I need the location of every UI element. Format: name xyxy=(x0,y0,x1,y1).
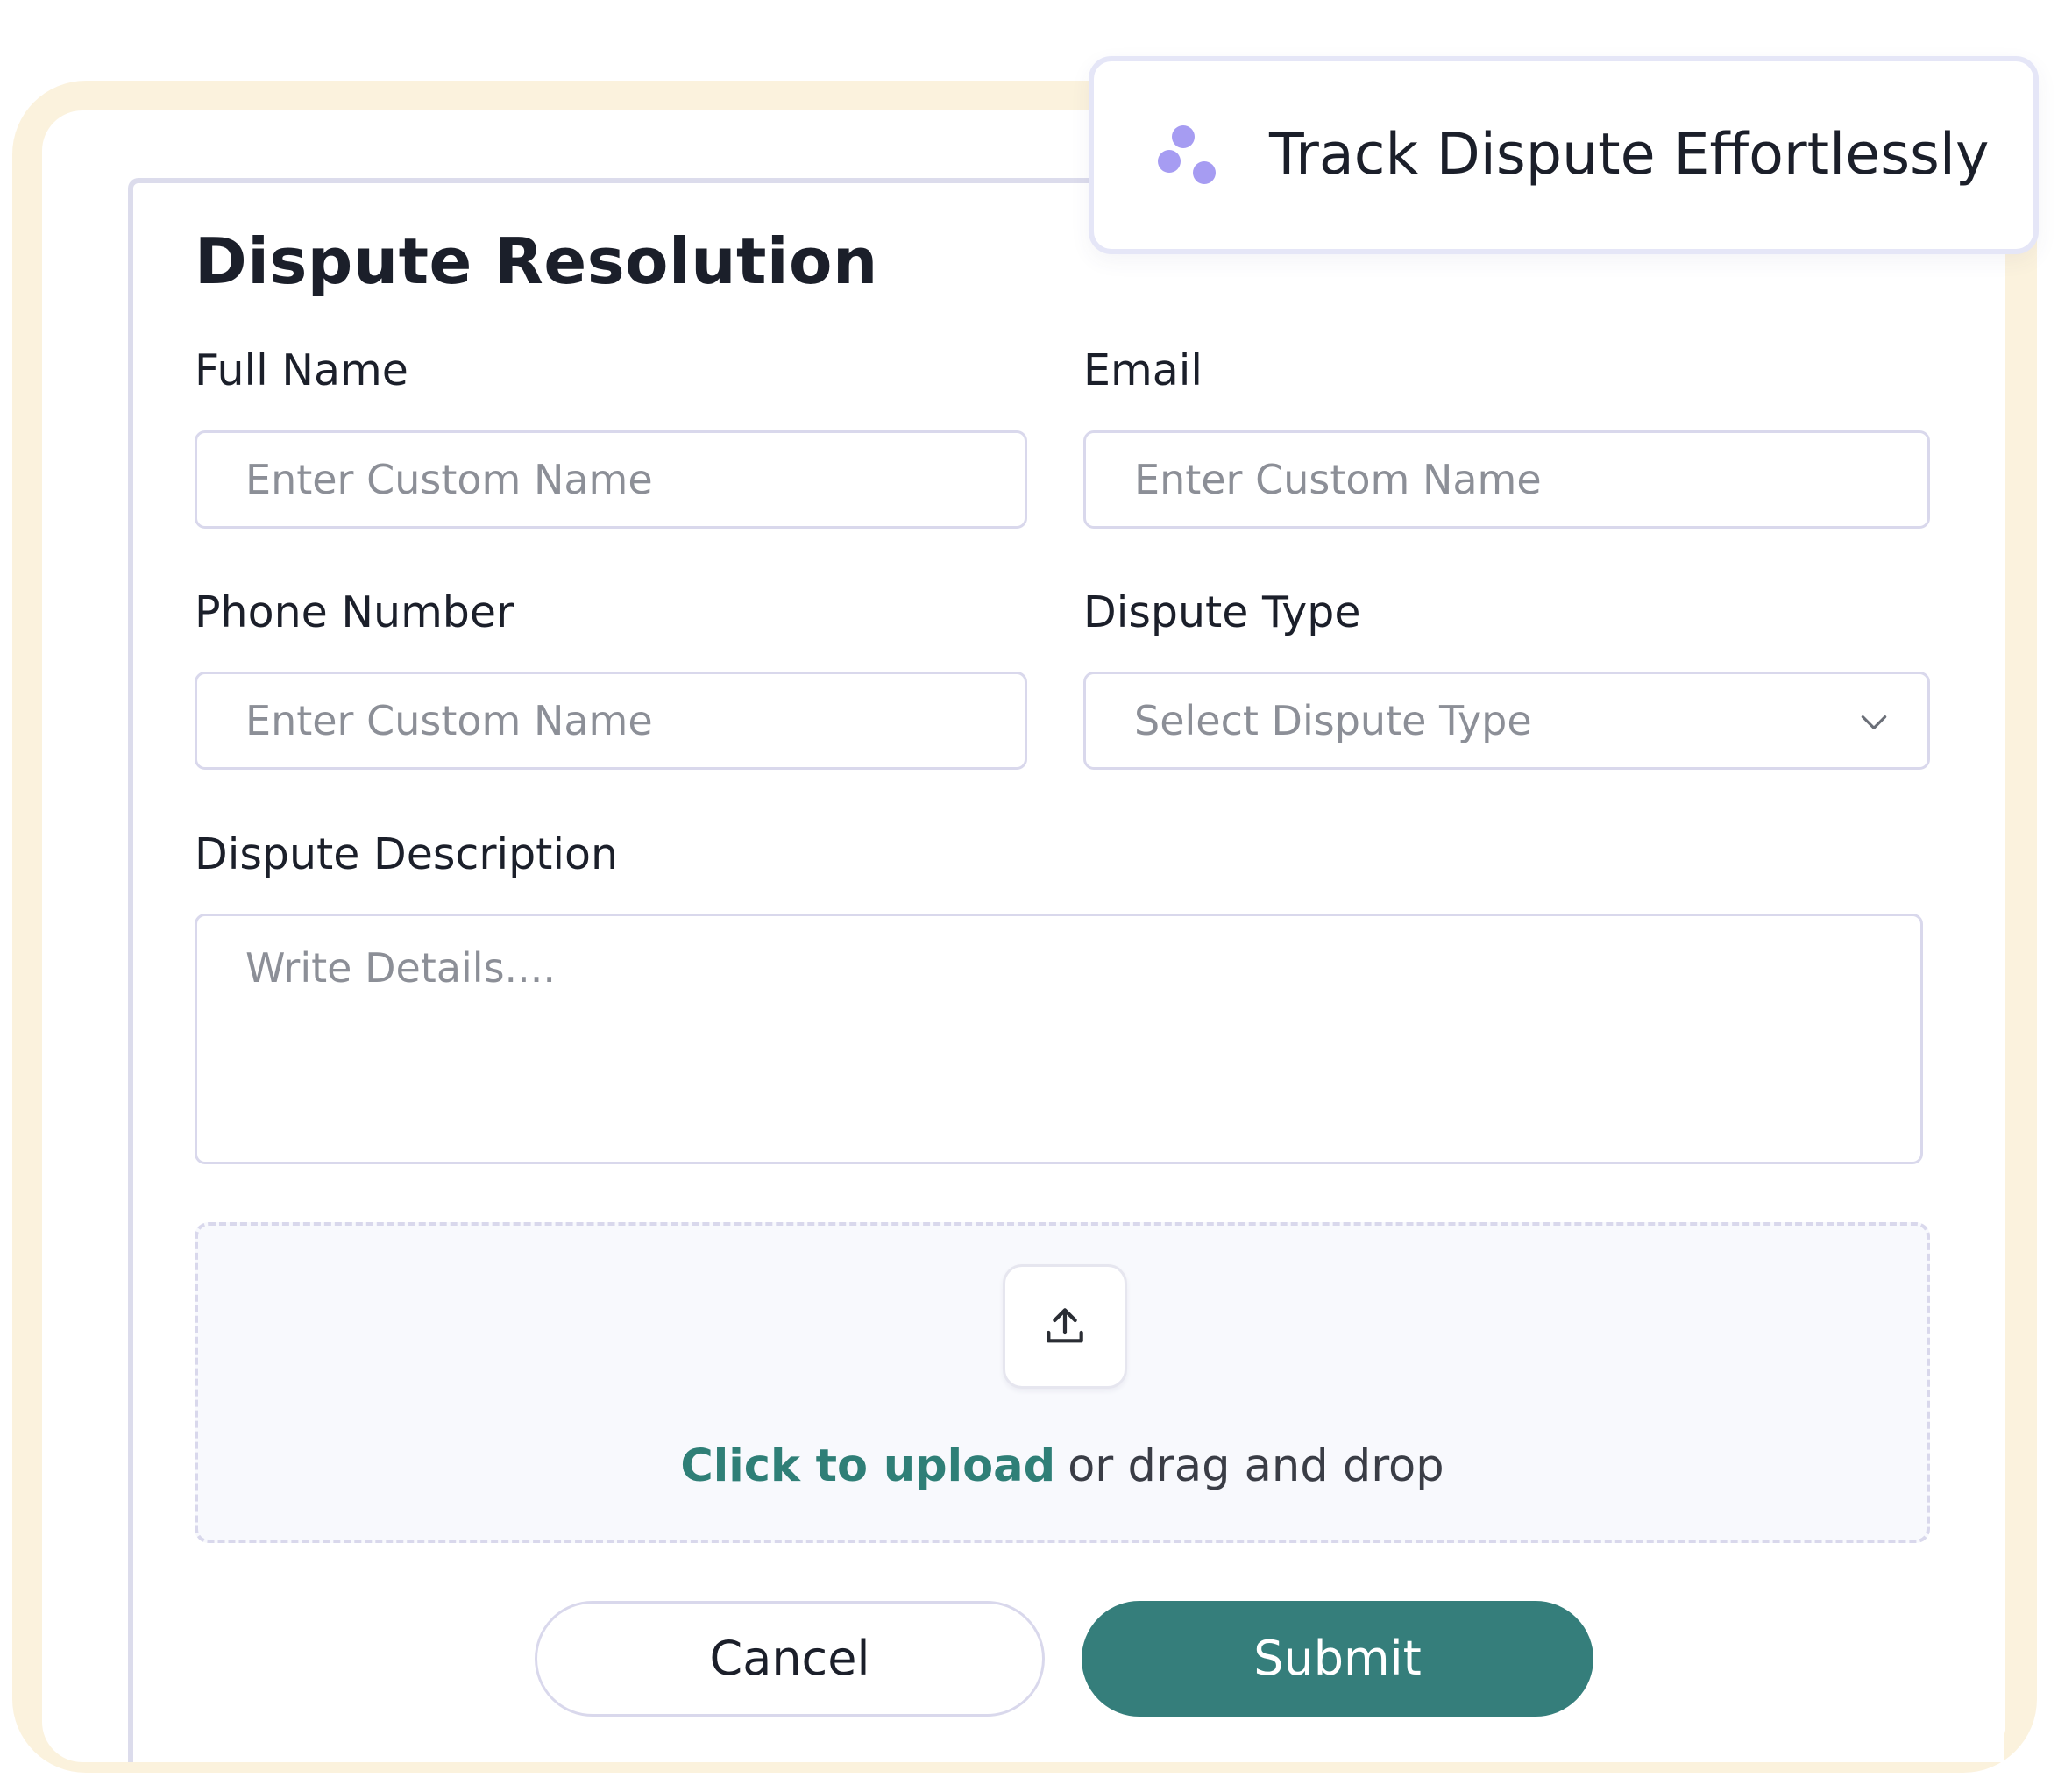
three-dots-cluster-icon xyxy=(1158,125,1216,184)
page-title: Dispute Resolution xyxy=(195,224,878,298)
upload-instructions: Click to upload or drag and drop xyxy=(198,1440,1927,1492)
click-to-upload-link[interactable]: Click to upload xyxy=(680,1440,1055,1492)
dispute-description-label: Dispute Description xyxy=(195,829,619,879)
dispute-type-placeholder: Select Dispute Type xyxy=(1134,697,1532,744)
toast-title: Track Dispute Effortlessly xyxy=(1269,122,1990,188)
phone-number-input[interactable] xyxy=(195,672,1027,770)
email-label: Email xyxy=(1083,345,1203,395)
upload-icon xyxy=(1047,1308,1083,1343)
full-name-input[interactable] xyxy=(195,430,1027,529)
track-dispute-toast: Track Dispute Effortlessly xyxy=(1089,56,2039,254)
dispute-type-select[interactable]: Select Dispute Type xyxy=(1083,672,1930,770)
upload-button[interactable] xyxy=(1003,1264,1127,1389)
chevron-down-icon xyxy=(1861,715,1887,729)
submit-button[interactable]: Submit xyxy=(1082,1601,1593,1717)
drag-and-drop-text: or drag and drop xyxy=(1068,1440,1444,1492)
full-name-label: Full Name xyxy=(195,345,408,395)
cancel-button[interactable]: Cancel xyxy=(535,1601,1045,1717)
file-upload-dropzone[interactable]: Click to upload or drag and drop xyxy=(195,1222,1930,1543)
dispute-description-textarea[interactable] xyxy=(195,914,1923,1164)
phone-number-label: Phone Number xyxy=(195,587,514,637)
email-input[interactable] xyxy=(1083,430,1930,529)
dispute-type-label: Dispute Type xyxy=(1083,587,1361,637)
